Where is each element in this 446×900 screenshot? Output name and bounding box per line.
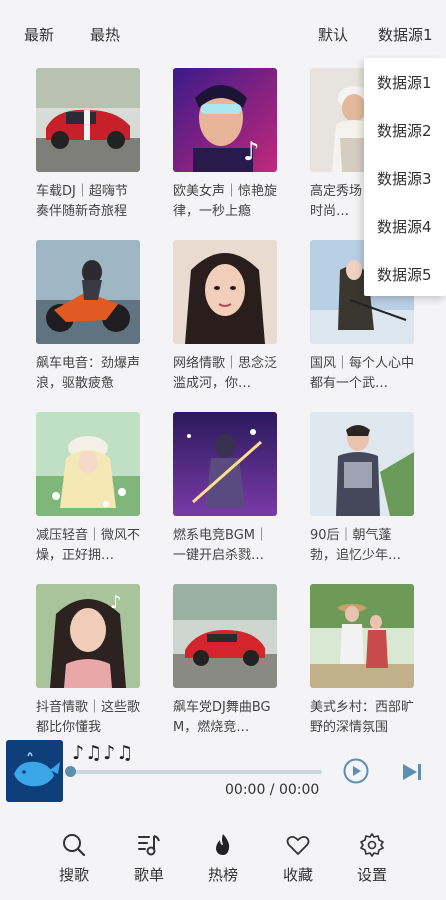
sort-default[interactable]: 默认 — [318, 24, 348, 45]
playlist-title: 减压轻音｜微风不燥，正好拥… — [36, 528, 140, 563]
playlist-icon — [138, 835, 160, 856]
now-playing-thumbnail[interactable] — [6, 740, 63, 802]
mini-player: ♪♫♪♫ 00:00 / 00:00 — [0, 738, 446, 810]
gear-icon — [360, 833, 384, 857]
dropdown-option-source-5[interactable]: 数据源5 — [377, 264, 432, 285]
nav-label: 热榜 — [207, 866, 238, 884]
playlist-title: 国风｜每个人心中都有一个武… — [310, 356, 414, 391]
tab-hottest[interactable]: 最热 — [90, 24, 120, 45]
nav-item-playlists[interactable]: 歌单 — [124, 832, 174, 885]
nav-label: 歌单 — [133, 866, 164, 884]
playlist-card[interactable]: ♪ 欧美女声｜惊艳旋律，一秒上瘾 — [173, 68, 277, 222]
playlist-card[interactable]: 车载DJ｜超嗨节奏伴随新奇旅程 — [36, 68, 140, 222]
playlist-cover — [36, 240, 140, 344]
playlist-cover — [310, 412, 414, 516]
playlist-title: 网络情歌｜思念泛滥成河，你… — [173, 356, 277, 391]
playlist-card[interactable]: 90后｜朝气蓬勃，追忆少年… — [310, 412, 414, 566]
playlist-title: 欧美女声｜惊艳旋律，一秒上瘾 — [173, 184, 277, 219]
dropdown-option-source-3[interactable]: 数据源3 — [377, 168, 432, 189]
next-track-icon[interactable] — [399, 762, 425, 782]
nav-item-search[interactable]: 搜歌 — [49, 832, 99, 885]
playlist-cover: ♪ — [36, 584, 140, 688]
search-icon — [63, 834, 86, 857]
playlist-card[interactable]: 飙车党DJ舞曲BGM，燃烧竞… — [173, 584, 277, 738]
playback-time: 00:00 / 00:00 — [225, 782, 320, 798]
nav-label: 收藏 — [282, 866, 313, 884]
playlist-cover — [310, 584, 414, 688]
dropdown-option-source-1[interactable]: 数据源1 — [377, 72, 432, 93]
dropdown-option-source-4[interactable]: 数据源4 — [377, 216, 432, 237]
playlist-cover — [36, 412, 140, 516]
track-title: ♪♫♪♫ — [72, 742, 135, 764]
progress-bar[interactable] — [65, 766, 322, 777]
dropdown-option-source-2[interactable]: 数据源2 — [377, 120, 432, 141]
playlist-card[interactable]: ♪ 抖音情歌｜这些歌都比你懂我 — [36, 584, 140, 738]
playlist-title: 飙车党DJ舞曲BGM，燃烧竞… — [173, 700, 271, 735]
nav-item-settings[interactable]: 设置 — [347, 832, 397, 885]
playlist-card[interactable]: 美式乡村：西部旷野的深情氛围 — [310, 584, 414, 738]
playlist-title: 车载DJ｜超嗨节奏伴随新奇旅程 — [36, 184, 128, 219]
playlist-cover — [173, 584, 277, 688]
playlist-cover: ♪ — [173, 68, 277, 172]
nav-item-charts[interactable]: 热榜 — [198, 832, 248, 885]
playlist-cover — [173, 412, 277, 516]
playlist-title: 燃系电竞BGM｜一键开启杀戮… — [173, 528, 268, 563]
progress-knob[interactable] — [65, 766, 76, 777]
playlist-cover — [173, 240, 277, 344]
bottom-navigation: 搜歌 歌单 热榜 收藏 设置 — [0, 820, 446, 900]
playlist-card[interactable]: 燃系电竞BGM｜一键开启杀戮… — [173, 412, 277, 566]
playlist-card[interactable]: 网络情歌｜思念泛滥成河，你… — [173, 240, 277, 394]
whale-logo-icon — [6, 740, 63, 802]
data-source-selector[interactable]: 数据源1 — [378, 24, 433, 45]
nav-item-favorites[interactable]: 收藏 — [273, 832, 323, 885]
nav-label: 搜歌 — [58, 866, 89, 884]
playlist-title: 美式乡村：西部旷野的深情氛围 — [310, 700, 414, 735]
playlist-title: 抖音情歌｜这些歌都比你懂我 — [36, 700, 140, 735]
playlist-title: 90后｜朝气蓬勃，追忆少年… — [310, 528, 402, 563]
play-icon[interactable] — [343, 758, 369, 784]
playlist-title: 飙车电音：劲爆声浪，驱散疲惫 — [36, 356, 140, 391]
nav-label: 设置 — [356, 866, 387, 884]
svg-text:♪: ♪ — [243, 137, 260, 167]
svg-text:♪: ♪ — [110, 592, 122, 613]
data-source-dropdown: 数据源1 数据源2 数据源3 数据源4 数据源5 — [364, 58, 446, 296]
tab-newest[interactable]: 最新 — [24, 24, 54, 45]
flame-icon — [216, 834, 230, 855]
playlist-cover — [36, 68, 140, 172]
heart-icon — [286, 835, 310, 855]
playlist-card[interactable]: 减压轻音｜微风不燥，正好拥… — [36, 412, 140, 566]
top-filter-bar: 最新 最热 默认 数据源1 — [0, 0, 446, 62]
playlist-card[interactable]: 飙车电音：劲爆声浪，驱散疲惫 — [36, 240, 140, 394]
